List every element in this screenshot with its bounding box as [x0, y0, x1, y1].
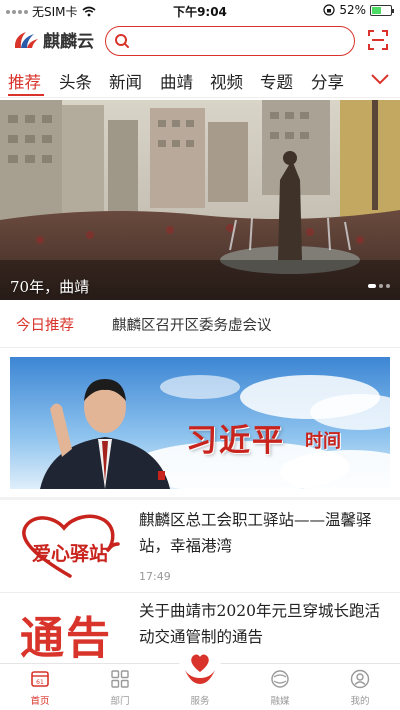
- banner-subtitle: 时间: [305, 431, 341, 452]
- hero-caption: 70年，曲靖: [10, 278, 90, 296]
- news-title[interactable]: 关于曲靖市2020年元旦穿城长跑活动交通管制的通告: [139, 598, 391, 650]
- thumb-text: 通告: [20, 613, 112, 663]
- svg-text:61: 61: [36, 679, 44, 686]
- orientation-lock-icon: [323, 4, 335, 16]
- user-icon: [350, 669, 370, 689]
- search-icon: [115, 34, 129, 48]
- status-right: 52%: [323, 3, 394, 17]
- nav-label: 首页: [30, 696, 50, 707]
- notice-image: 通告: [12, 601, 128, 663]
- nav-profile[interactable]: 我的: [320, 664, 400, 710]
- news-time: 17:49: [139, 570, 171, 583]
- category-tabs: 推荐 头条 新闻 曲靖 视频 专题 分享: [0, 64, 400, 98]
- nav-departments[interactable]: 部门: [80, 664, 160, 710]
- today-recommend-label: 今日推荐: [16, 318, 74, 334]
- app-logo[interactable]: 麒麟云: [12, 27, 94, 52]
- tab-qujing[interactable]: 曲靖: [160, 69, 193, 93]
- scan-icon[interactable]: [367, 29, 389, 51]
- nav-label: 我的: [350, 696, 370, 707]
- nav-media[interactable]: 融媒: [240, 664, 320, 710]
- battery-icon: [370, 4, 394, 16]
- tab-recommend[interactable]: 推荐: [8, 69, 41, 93]
- carousel-indicator: [368, 284, 390, 288]
- chevron-down-icon[interactable]: [370, 72, 390, 86]
- nav-home[interactable]: 61 首页: [0, 664, 80, 710]
- battery-percent: 52%: [339, 3, 366, 17]
- section-divider: [0, 497, 400, 500]
- news-title[interactable]: 麒麟区总工会职工驿站——温馨驿站，幸福港湾: [139, 507, 391, 559]
- heart-logo-image: 爱心驿站: [12, 510, 128, 582]
- nav-label: 部门: [110, 696, 130, 707]
- thumb-text: 爱心驿站: [32, 542, 108, 565]
- heart-hands-icon[interactable]: [177, 648, 223, 694]
- tab-headlines[interactable]: 头条: [59, 69, 92, 93]
- feature-banner[interactable]: 习近平 时间: [10, 357, 390, 489]
- media-icon: [271, 670, 289, 688]
- hero-image: [0, 100, 400, 300]
- news-thumbnail: 爱心驿站: [12, 510, 128, 582]
- tab-share[interactable]: 分享: [311, 69, 344, 93]
- search-input[interactable]: [105, 26, 355, 56]
- logo-icon: [14, 31, 38, 48]
- today-recommend-headline[interactable]: 麒麟区召开区委务虚会议: [112, 314, 272, 335]
- home-icon: 61: [31, 671, 49, 687]
- news-divider: [0, 592, 400, 593]
- tab-news[interactable]: 新闻: [109, 69, 142, 93]
- active-tab-indicator: [8, 94, 44, 96]
- tab-topics[interactable]: 专题: [260, 69, 293, 93]
- today-recommend-bar[interactable]: 今日推荐 麒麟区召开区委务虚会议: [0, 300, 400, 348]
- banner-title: 习近平: [186, 423, 285, 459]
- news-thumbnail: 通告: [12, 601, 128, 663]
- hero-carousel[interactable]: 70年，曲靖: [0, 100, 400, 300]
- battery-fill: [372, 6, 382, 14]
- tab-video[interactable]: 视频: [210, 69, 243, 93]
- status-bar: 无SIM卡 下午9:04 52%: [0, 0, 400, 20]
- nav-label: 融媒: [270, 696, 290, 707]
- grid-icon: [111, 670, 129, 688]
- app-header: 麒麟云: [0, 22, 400, 62]
- app-name: 麒麟云: [43, 32, 94, 52]
- nav-label: 服务: [190, 696, 210, 707]
